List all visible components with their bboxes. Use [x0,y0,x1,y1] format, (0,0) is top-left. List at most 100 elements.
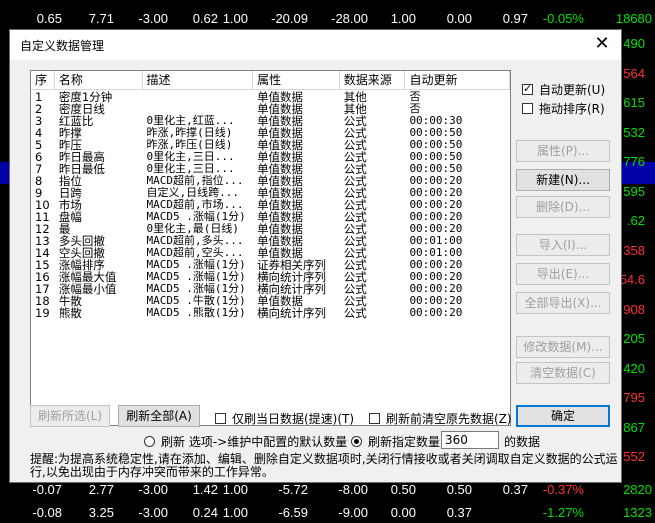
column-header-name[interactable]: 名称 [55,71,143,89]
table-row[interactable]: 13 多头回撤 MACD超前,多头... 单值数据 公式 00:01:00 [31,235,510,247]
table-row[interactable]: 9 日跨 自定义,日线跨... 单值数据 公式 00:00:20 [31,187,510,199]
quote-cell: 1323 [623,504,652,520]
refresh-selected-button[interactable]: 刷新所选(L) [30,405,110,427]
column-header-attr[interactable]: 属性 [253,71,340,89]
row-autoupdate: 00:01:00 [409,247,463,259]
row-index: 2 [35,103,43,115]
clear-before-checkbox[interactable]: 刷新前清空原先数据(Z) [369,410,512,427]
table-row[interactable]: 15 涨幅排序 MACD5 .涨幅(1分) 证券相关序列 公式 00:00:20 [31,259,510,271]
quote-cell: 0.65 [36,10,62,26]
row-name: 涨幅最小值 [58,283,117,295]
custom-count-suffix: 的数据 [504,435,541,449]
quote-cell: -3.00 [138,481,168,497]
row-source: 公式 [343,283,367,295]
row-autoupdate: 00:00:50 [409,139,463,151]
column-header-desc[interactable]: 描述 [143,71,254,89]
quote-cell: 0.97 [502,10,528,26]
table-row[interactable]: 12 最 0里化主,最(日线) 单值数据 公式 00:00:20 [31,223,510,235]
refresh-custom-label: 刷新指定数量 [368,435,441,449]
refresh-all-button[interactable]: 刷新全部(A) [118,405,200,427]
row-autoupdate: 00:00:20 [409,307,463,319]
list-rows: 1 密度1分钟 单值数据 其他否 2 密度日线 单值数据 其他否 3 红蓝比 0里化主,红蓝... 单… [31,91,510,319]
row-name: 涨幅排序 [58,259,105,271]
clear-before-check-box[interactable] [369,413,380,424]
row-source: 其他 [343,103,367,115]
auto-update-label: 自动更新(U) [539,83,606,97]
quote-cell: -0.37% [542,481,584,497]
row-autoupdate: 否 [409,91,421,103]
data-list[interactable]: 序 名称 描述 属性 数据来源 自动更新 1 密度1分钟 单值数据 其他否 2 密度日线单… [30,70,511,426]
row-name: 盘幅 [58,211,82,223]
row-source: 公式 [343,235,367,247]
quote-right-value: 490 [623,36,645,51]
row-source: 公式 [343,139,367,151]
close-icon[interactable]: ✕ [591,33,613,55]
export-all-button[interactable]: 全部导出(X)... [516,292,610,314]
custom-count-input[interactable]: 360 [441,431,499,449]
row-autoupdate: 00:00:20 [409,223,463,235]
row-autoupdate: 00:00:20 [409,271,463,283]
table-row[interactable]: 1 密度1分钟 单值数据 其他 否 [31,91,510,103]
quote-cell: 0.37 [446,504,472,520]
row-attr: 单值数据 [257,127,304,139]
row-name: 指位 [58,175,82,187]
table-row[interactable]: 5 昨压 昨涨,昨压(日线) 单值数据 公式 00:00:50 [31,139,510,151]
row-name: 昨压 [58,139,82,151]
table-row[interactable]: 3 红蓝比 0里化主,红蓝... 单值数据 公式 00:00:30 [31,115,510,127]
row-attr: 单值数据 [257,115,304,127]
row-autoupdate: 00:00:20 [409,295,463,307]
refresh-custom-radio[interactable]: 刷新指定数量 [351,433,440,450]
row-name: 红蓝比 [58,115,94,127]
row-index: 3 [35,115,43,127]
row-desc: MACD5 .涨幅(1分) [146,271,246,283]
row-desc: MACD5 .牛散(1分) [146,295,246,307]
only-today-check-box[interactable] [215,413,226,424]
row-name: 昨日最低 [58,163,105,175]
table-row[interactable]: 10 市场 MACD超前,市场... 单值数据 公式 00:00:20 [31,199,510,211]
quote-cell: -6.59 [278,504,308,520]
clear-data-button[interactable]: 清空数据(C) [516,362,610,384]
row-desc: MACD超前,指位... [146,175,244,187]
import-button[interactable]: 导入(I)... [516,234,610,256]
drag-sort-checkbox[interactable]: 拖动排序(R) [522,100,605,117]
column-header-autoupdate[interactable]: 自动更新 [405,71,510,89]
quote-cell: 18680 [615,10,652,26]
table-row[interactable]: 17 涨幅最小值 MACD5 .涨幅(1分) 横向统计序列 公式 00:00:20 [31,283,510,295]
table-row[interactable]: 8 指位 MACD超前,指位... 单值数据 公式 00:00:20 [31,175,510,187]
only-today-checkbox[interactable]: 仅刷当日数据(提速)(T) [215,410,354,427]
delete-button[interactable]: 删除(D)... [516,196,610,218]
export-button[interactable]: 导出(E)... [516,263,610,285]
row-index: 13 [35,235,50,247]
table-row[interactable]: 18 牛散 MACD5 .牛散(1分) 单值数据 公式 00:00:20 [31,295,510,307]
table-row[interactable]: 11 盘幅 MACD5 .涨幅(1分) 单值数据 公式 00:00:20 [31,211,510,223]
quote-right-value: 532 [623,124,645,140]
quote-cell: -1.27% [542,504,584,520]
row-desc: MACD超前,市场... [146,199,244,211]
table-row[interactable]: 19 熊散 MACD5 .熊散(1分) 横向统计序列 公式 00:00:20 [31,307,510,319]
auto-update-check-box[interactable] [522,82,533,95]
row-autoupdate: 00:00:30 [409,115,463,127]
refresh-custom-radio-dot[interactable] [351,436,362,447]
auto-update-checkbox[interactable]: 自动更新(U) [522,81,605,98]
modify-data-button[interactable]: 修改数据(M)... [516,336,610,358]
table-row[interactable]: 4 昨撑 昨涨,昨撑(日线) 单值数据 公式 00:00:50 [31,127,510,139]
table-row[interactable]: 7 昨日最低 0里化主,三日... 单值数据 公式 00:00:50 [31,163,510,175]
ok-button[interactable]: 确定 [516,405,610,427]
row-desc: MACD5 .熊散(1分) [146,307,246,319]
table-row[interactable]: 6 昨日最高 0里化主,三日... 单值数据 公式 00:00:50 [31,151,510,163]
table-row[interactable]: 2 密度日线 单值数据 其他 否 [31,103,510,115]
refresh-default-radio-dot[interactable] [144,436,155,447]
column-header-source[interactable]: 数据来源 [340,71,406,89]
table-row[interactable]: 16 涨幅最大值 MACD5 .涨幅(1分) 横向统计序列 公式 00:00:20 [31,271,510,283]
row-attr: 证券相关序列 [257,259,327,271]
new-button[interactable]: 新建(N)... [516,169,610,191]
row-attr: 横向统计序列 [257,283,327,295]
row-attr: 单值数据 [257,151,304,163]
drag-sort-check-box[interactable] [522,103,533,114]
column-header-index[interactable]: 序 [31,71,55,89]
refresh-default-radio[interactable]: 刷新 选项->维护中配置的默认数量 [144,433,347,450]
row-desc: 自定义,日线跨... [146,187,240,199]
row-index: 12 [35,223,50,235]
table-row[interactable]: 14 空头回撤 MACD超前,空头... 单值数据 公式 00:01:00 [31,247,510,259]
attr-button[interactable]: 属性(P)... [516,140,610,162]
